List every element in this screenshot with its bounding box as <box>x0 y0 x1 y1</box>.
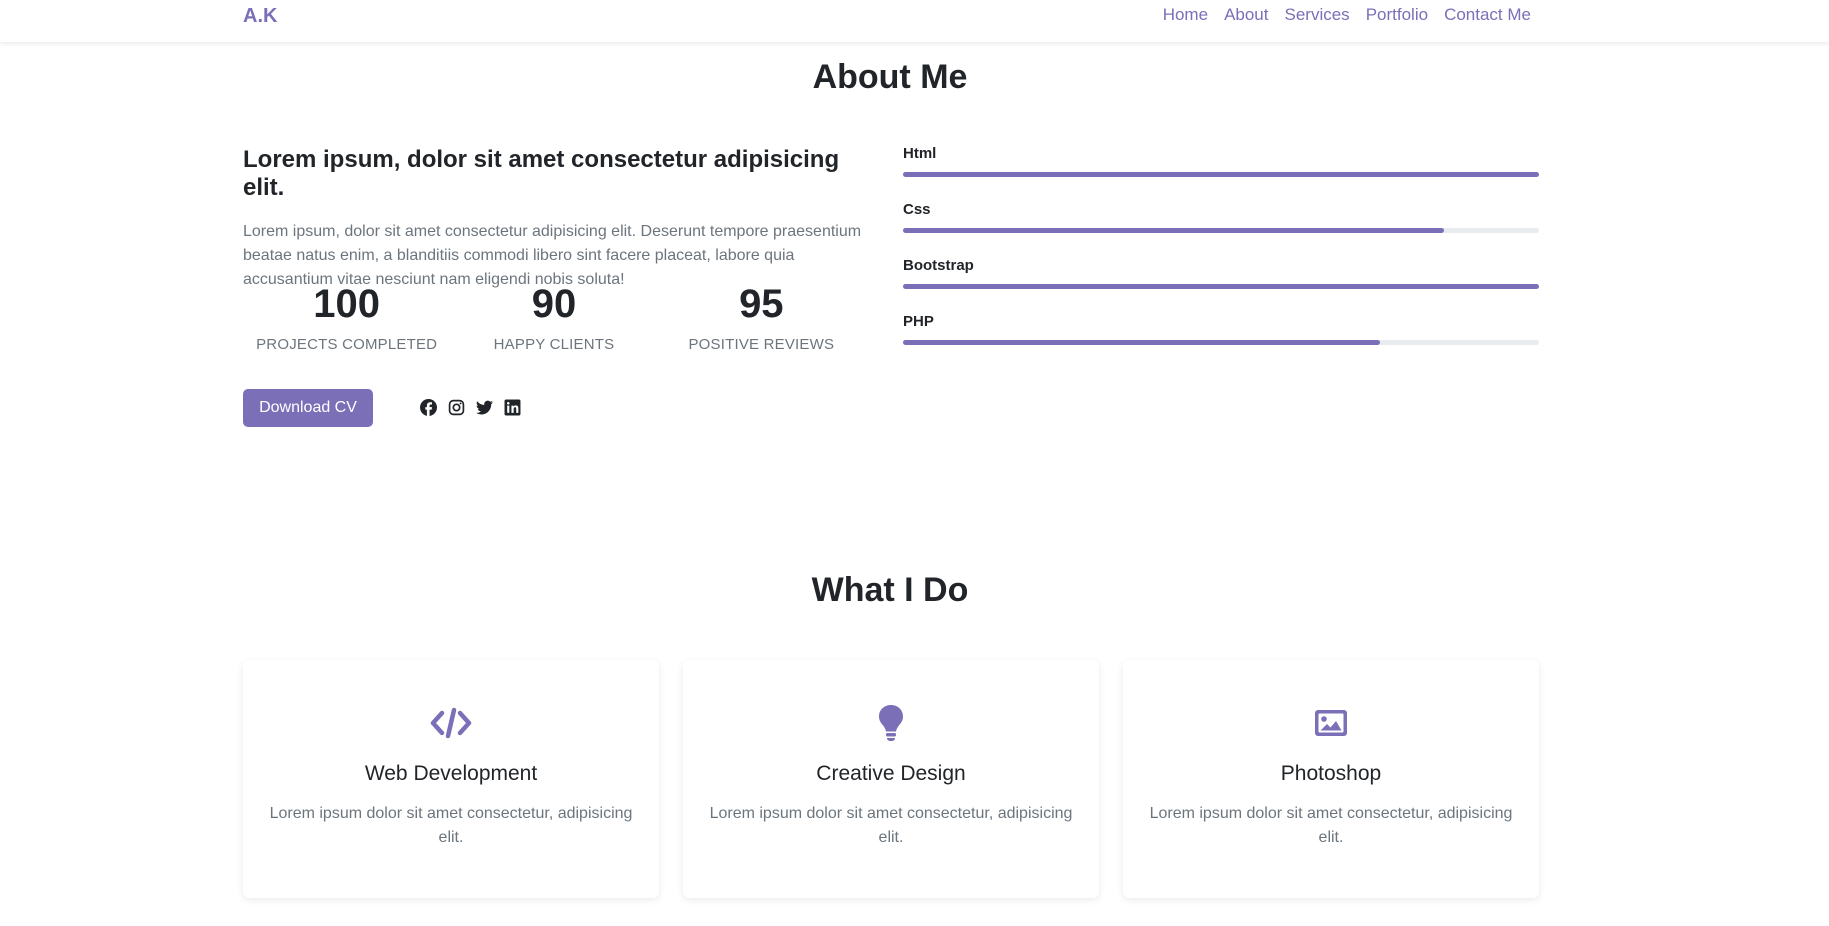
stat-projects: 100 PROJECTS COMPLETED <box>243 282 450 353</box>
nav-menu: Home About Services Portfolio Contact Me <box>1163 5 1531 25</box>
stats-row: 100 PROJECTS COMPLETED 90 HAPPY CLIENTS … <box>243 282 865 353</box>
about-title: About Me <box>812 58 968 96</box>
skill-progress-fill <box>903 228 1444 233</box>
service-card-web-development: Web Development Lorem ipsum dolor sit am… <box>243 660 659 898</box>
stat-clients: 90 HAPPY CLIENTS <box>450 282 657 353</box>
card-title: Photoshop <box>1280 762 1382 785</box>
skill-label: Html <box>903 145 937 162</box>
skill-php: PHP <box>903 313 1539 369</box>
skill-label: Css <box>903 201 931 218</box>
skill-progress-fill <box>903 172 1539 177</box>
code-icon <box>243 704 659 742</box>
skill-label: PHP <box>903 313 934 330</box>
skills-list: Html Css Bootstrap PHP <box>903 145 1539 369</box>
about-content: Lorem ipsum, dolor sit amet consectetur … <box>243 146 865 292</box>
linkedin-icon[interactable] <box>504 399 521 416</box>
nav-about[interactable]: About <box>1224 5 1268 25</box>
card-text: Lorem ipsum dolor sit amet consectetur, … <box>269 805 633 846</box>
skill-progress-bar <box>903 172 1539 177</box>
social-links <box>420 399 521 416</box>
stat-label: PROJECTS COMPLETED <box>256 336 438 353</box>
nav-services[interactable]: Services <box>1285 5 1350 25</box>
instagram-icon[interactable] <box>448 399 465 416</box>
stat-label: POSITIVE REVIEWS <box>688 336 835 353</box>
nav-portfolio[interactable]: Portfolio <box>1366 5 1428 25</box>
lightbulb-icon <box>683 704 1099 742</box>
about-heading: Lorem ipsum, dolor sit amet consectetur … <box>243 146 840 201</box>
skill-css: Css <box>903 201 1539 257</box>
card-title: Creative Design <box>816 762 966 785</box>
nav-home[interactable]: Home <box>1163 5 1208 25</box>
card-text: Lorem ipsum dolor sit amet consectetur, … <box>709 805 1073 846</box>
stat-value: 100 <box>313 282 381 326</box>
services-cards: Web Development Lorem ipsum dolor sit am… <box>243 660 1539 898</box>
skill-bootstrap: Bootstrap <box>903 257 1539 313</box>
skill-progress-fill <box>903 340 1380 345</box>
skill-progress-bar <box>903 228 1539 233</box>
nav-contact[interactable]: Contact Me <box>1444 5 1531 25</box>
services-title: What I Do <box>811 571 969 609</box>
image-icon <box>1123 704 1539 742</box>
skill-progress-bar <box>903 340 1539 345</box>
stat-label: HAPPY CLIENTS <box>493 336 615 353</box>
download-cv-button[interactable]: Download CV <box>243 389 373 427</box>
skill-label: Bootstrap <box>903 257 974 274</box>
stat-value: 90 <box>531 282 577 326</box>
skill-html: Html <box>903 145 1539 201</box>
skill-progress-fill <box>903 284 1539 289</box>
facebook-icon[interactable] <box>420 399 437 416</box>
service-card-creative-design: Creative Design Lorem ipsum dolor sit am… <box>683 660 1099 898</box>
stat-reviews: 95 POSITIVE REVIEWS <box>658 282 865 353</box>
navbar: A.K Home About Services Portfolio Contac… <box>0 0 1829 42</box>
twitter-icon[interactable] <box>476 399 493 416</box>
skill-progress-bar <box>903 284 1539 289</box>
card-text: Lorem ipsum dolor sit amet consectetur, … <box>1149 805 1513 846</box>
brand-logo[interactable]: A.K <box>243 5 277 28</box>
stat-value: 95 <box>739 282 784 326</box>
card-title: Web Development <box>364 762 538 785</box>
service-card-photoshop: Photoshop Lorem ipsum dolor sit amet con… <box>1123 660 1539 898</box>
